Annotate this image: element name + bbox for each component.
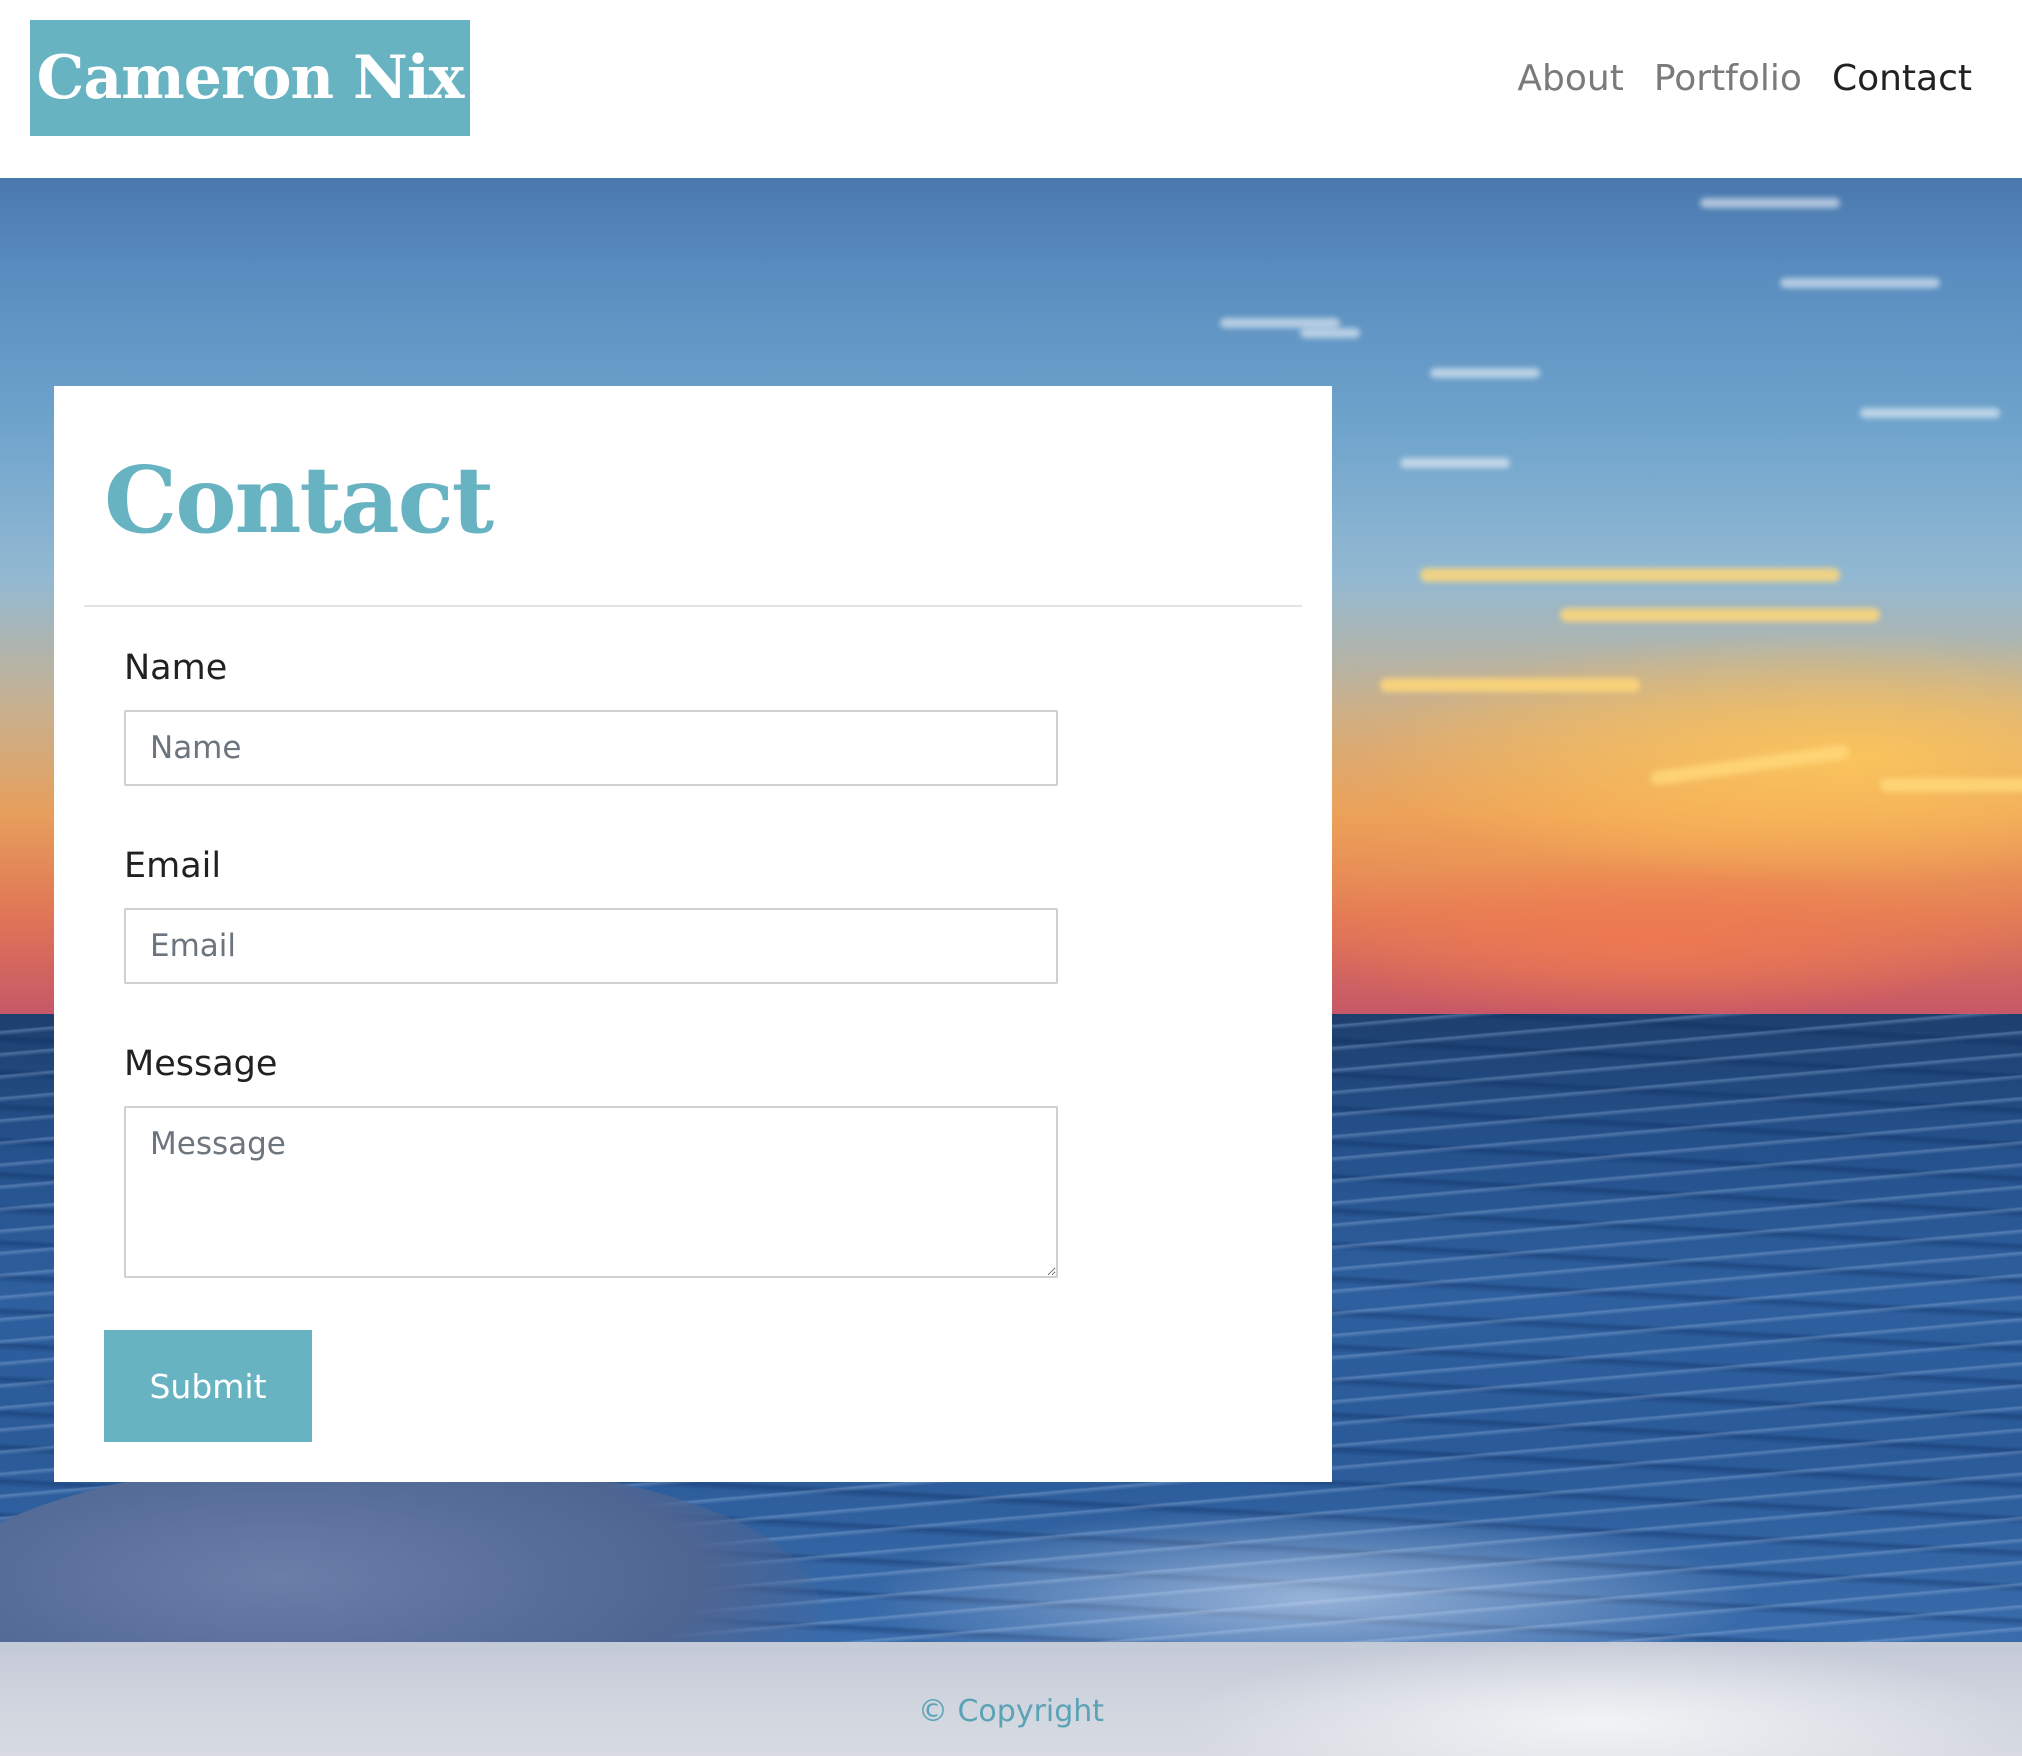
email-label: Email [124, 846, 222, 886]
main-nav: About Portfolio Contact [1517, 58, 1972, 99]
sunset-cloud [1380, 678, 1640, 692]
cloud [1430, 368, 1540, 378]
message-textarea[interactable] [124, 1106, 1058, 1278]
message-label: Message [124, 1044, 278, 1084]
brand-name: Cameron Nix [36, 43, 465, 113]
cloud [1700, 198, 1840, 208]
sunset-cloud [1420, 568, 1840, 582]
site-footer: © Copyright [0, 1642, 2022, 1756]
sunset-cloud [1560, 608, 1880, 622]
nav-link-about[interactable]: About [1517, 58, 1623, 99]
site-header: Cameron Nix About Portfolio Contact [0, 0, 2022, 178]
sunset-cloud [1880, 778, 2022, 792]
brand-logo-link[interactable]: Cameron Nix [30, 20, 470, 136]
name-input[interactable] [124, 710, 1058, 786]
cloud [1220, 318, 1340, 328]
cloud [1860, 408, 2000, 418]
cloud [1400, 458, 1510, 468]
sunset-cloud [1649, 744, 1851, 786]
submit-button[interactable]: Submit [104, 1330, 312, 1442]
contact-card: Contact Name Email Message Submit [54, 386, 1332, 1482]
email-input[interactable] [124, 908, 1058, 984]
nav-link-portfolio[interactable]: Portfolio [1654, 58, 1802, 99]
cloud [1780, 278, 1940, 288]
title-divider [84, 605, 1302, 607]
copyright-text: © Copyright [917, 1694, 1105, 1729]
cloud [1300, 328, 1360, 338]
page-title: Contact [104, 446, 494, 554]
nav-link-contact[interactable]: Contact [1832, 58, 1972, 99]
name-label: Name [124, 648, 228, 688]
